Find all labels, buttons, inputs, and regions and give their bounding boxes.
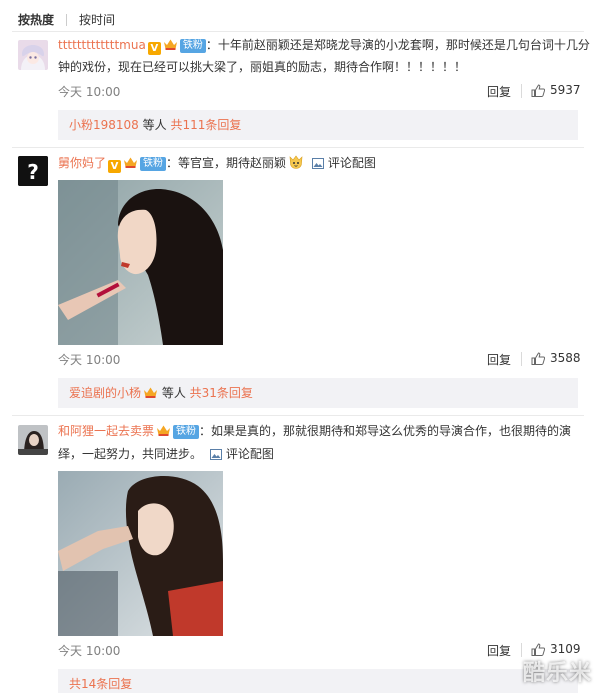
action-separator <box>521 352 522 366</box>
comment-time: 今天 10:00 <box>58 644 121 658</box>
thumbs-up-icon <box>531 83 545 97</box>
comment-line-2: 绎，一起努力，共同进步。 评论配图 <box>58 443 274 467</box>
reply-button[interactable]: 回复 <box>487 351 511 368</box>
comment-photo[interactable] <box>58 471 223 636</box>
replies-count-link[interactable]: 共111条回复 <box>170 118 241 132</box>
action-separator <box>521 84 522 98</box>
emoji-icon <box>288 154 304 170</box>
replies-summary[interactable]: 小粉198108 等人 共111条回复 <box>58 110 578 140</box>
reply-button[interactable]: 回复 <box>487 642 511 659</box>
fan-badge[interactable]: 铁粉 <box>179 39 206 53</box>
comment-text-continued: 绎，一起努力，共同进步。 <box>58 447 203 461</box>
comment-image-link[interactable]: 评论配图 <box>210 447 274 461</box>
comment-image-label: 评论配图 <box>327 156 376 170</box>
like-button[interactable]: 5937 <box>531 83 581 97</box>
username-link[interactable]: 舅你妈了 <box>58 156 106 170</box>
fan-badge[interactable]: 铁粉 <box>173 425 200 439</box>
comment-image-label: 评论配图 <box>225 447 274 461</box>
thumbs-up-icon <box>531 351 545 365</box>
replies-count-link[interactable]: 共14条回复 <box>69 677 132 691</box>
avatar[interactable] <box>18 425 48 455</box>
like-button[interactable]: 3109 <box>531 642 581 656</box>
colon: ： <box>205 38 218 52</box>
reply-user-link[interactable]: 爱追剧的小杨 <box>69 386 141 400</box>
vip-crown-icon <box>143 380 158 398</box>
comment-line-1: 和阿狸一起去卖票 铁粉 ：如果是真的，那就很期待和郑导这么优秀的导演合作，也很期待的… <box>58 420 571 442</box>
sort-bar: 按热度 按时间 <box>18 11 115 28</box>
reply-user-link[interactable]: 小粉198108 <box>69 118 139 132</box>
vip-crown-icon <box>123 154 138 168</box>
reply-button[interactable]: 回复 <box>487 83 511 100</box>
sort-by-hot-tab[interactable]: 按热度 <box>18 11 54 28</box>
vip-crown-icon <box>163 36 178 50</box>
replies-summary[interactable]: 共14条回复 <box>58 669 578 693</box>
comment-line-1: tttttttttttttmua V 铁粉 ：十年前赵丽颖还是郑晓龙导演的小龙套啊，那… <box>58 34 590 56</box>
comment-line-1: 舅你妈了 V 铁粉 ：等官宣，期待赵丽颖 评论配图 <box>58 152 376 176</box>
comment-text: 如果是真的，那就很期待和郑导这么优秀的导演合作，也很期待的演 <box>211 424 572 438</box>
sort-by-time-tab[interactable]: 按时间 <box>79 11 115 28</box>
colon: ： <box>199 424 212 438</box>
verified-v-icon: V <box>108 160 122 173</box>
comment-text-continued: 钟的戏份，现在已经可以挑大梁了，丽姐真的励志，期待合作啊！！！！！！ <box>58 60 467 74</box>
divider <box>12 147 584 148</box>
avatar[interactable]: ? <box>18 156 48 186</box>
username-link[interactable]: tttttttttttttmua <box>58 38 146 52</box>
comment-text: 十年前赵丽颖还是郑晓龙导演的小龙套啊，那时候还是几句台词十几分 <box>217 38 590 52</box>
image-icon <box>210 445 223 467</box>
watermark-logo: 酷乐米 <box>522 661 592 686</box>
like-count: 3109 <box>550 642 581 656</box>
divider <box>12 415 584 416</box>
replies-count-link[interactable]: 共31条回复 <box>190 386 253 400</box>
colon: ： <box>166 156 179 170</box>
thumbs-up-icon <box>531 642 545 656</box>
replies-mid: 等人 <box>138 118 171 132</box>
vip-crown-icon <box>156 422 171 436</box>
svg-text:?: ? <box>27 160 39 184</box>
avatar[interactable] <box>18 40 48 70</box>
like-button[interactable]: 3588 <box>531 351 581 365</box>
like-count: 3588 <box>550 351 581 365</box>
replies-summary[interactable]: 爱追剧的小杨 等人 共31条回复 <box>58 378 578 408</box>
verified-v-icon: V <box>147 42 161 55</box>
replies-mid: 等人 <box>158 386 190 400</box>
image-icon <box>312 154 325 176</box>
comment-text: 等官宣，期待赵丽颖 <box>178 156 287 170</box>
comment-photo[interactable] <box>58 180 223 345</box>
comment-time: 今天 10:00 <box>58 85 121 99</box>
divider <box>12 31 584 32</box>
comment-image-link[interactable]: 评论配图 <box>312 156 376 170</box>
fan-badge[interactable]: 铁粉 <box>140 157 167 171</box>
like-count: 5937 <box>550 83 581 97</box>
sort-separator <box>66 13 68 26</box>
action-separator <box>521 643 522 657</box>
username-link[interactable]: 和阿狸一起去卖票 <box>58 424 154 438</box>
comment-time: 今天 10:00 <box>58 353 121 367</box>
